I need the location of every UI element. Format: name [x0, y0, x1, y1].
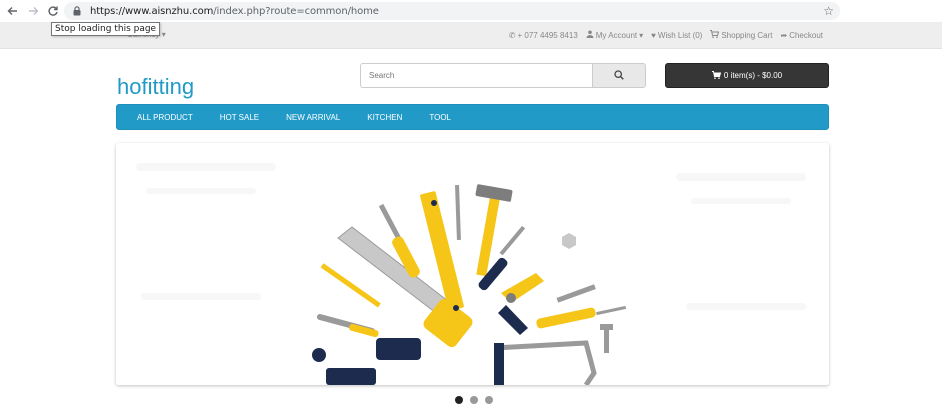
browser-toolbar: https://www.aisnzhu.com/index.php?route=… — [0, 0, 942, 22]
shopping-cart-link[interactable]: Shopping Cart — [710, 30, 773, 40]
top-links: ✆ + 077 4495 8413 My Account ▾ ♥ Wish Li… — [509, 30, 823, 40]
share-arrow-icon: ➦ — [780, 30, 788, 40]
site-logo[interactable]: hofitting — [117, 74, 194, 100]
slideshow-dot[interactable] — [485, 396, 493, 404]
url-text: https://www.aisnzhu.com/index.php?route=… — [90, 6, 379, 17]
bookmark-star-icon[interactable]: ☆ — [823, 4, 834, 18]
slideshow-pagination — [455, 396, 493, 404]
slideshow-dot[interactable] — [455, 396, 463, 404]
caret-down-icon: ▾ — [639, 30, 644, 40]
menu-item-hot-sale[interactable]: HOT SALE — [211, 113, 259, 122]
search-bar — [360, 63, 646, 88]
main-menu: ALL PRODUCT HOT SALE NEW ARRIVAL KITCHEN TOO… — [116, 104, 829, 130]
reload-icon[interactable] — [43, 1, 63, 21]
lock-icon — [72, 6, 82, 16]
menu-item-new-arrival[interactable]: NEW ARRIVAL — [277, 113, 340, 122]
caret-down-icon: ▾ — [161, 30, 166, 39]
checkout-link[interactable]: ➦ Checkout — [781, 30, 824, 40]
phone-icon: ✆ — [508, 30, 516, 40]
heart-icon: ♥ — [651, 30, 656, 40]
phone-link[interactable]: ✆ + 077 4495 8413 — [509, 30, 578, 40]
shopping-cart-label: Shopping Cart — [721, 30, 773, 40]
tooltip: Stop loading this page — [51, 22, 161, 36]
wish-list-label: Wish List (0) — [657, 30, 703, 40]
slideshow-dot[interactable] — [470, 396, 478, 404]
cart-button[interactable]: 0 item(s) - $0.00 — [665, 63, 829, 88]
search-icon — [614, 69, 624, 83]
my-account-label: My Account — [595, 30, 638, 40]
back-arrow-icon[interactable] — [3, 1, 23, 21]
forward-arrow-icon[interactable] — [23, 1, 43, 21]
search-input[interactable] — [360, 63, 592, 88]
checkout-label: Checkout — [789, 30, 823, 40]
url-host: https://www.aisnzhu.com — [90, 5, 214, 17]
cart-icon — [711, 70, 722, 81]
user-icon — [586, 30, 594, 40]
tools-banner-image — [116, 143, 829, 385]
menu-item-kitchen[interactable]: KITCHEN — [358, 113, 402, 122]
cart-icon — [710, 30, 720, 40]
search-button[interactable] — [592, 63, 646, 88]
phone-text: + 077 4495 8413 — [517, 30, 578, 40]
slideshow[interactable] — [116, 143, 829, 385]
address-bar[interactable]: https://www.aisnzhu.com/index.php?route=… — [64, 2, 840, 20]
menu-item-all-product[interactable]: ALL PRODUCT — [128, 113, 193, 122]
my-account-dropdown[interactable]: My Account ▾ — [586, 30, 643, 40]
menu-item-tool[interactable]: TOOL — [420, 113, 451, 122]
url-path: /index.php?route=common/home — [213, 5, 379, 17]
wish-list-link[interactable]: ♥ Wish List (0) — [651, 30, 702, 40]
cart-total-label: 0 item(s) - $0.00 — [723, 71, 783, 80]
